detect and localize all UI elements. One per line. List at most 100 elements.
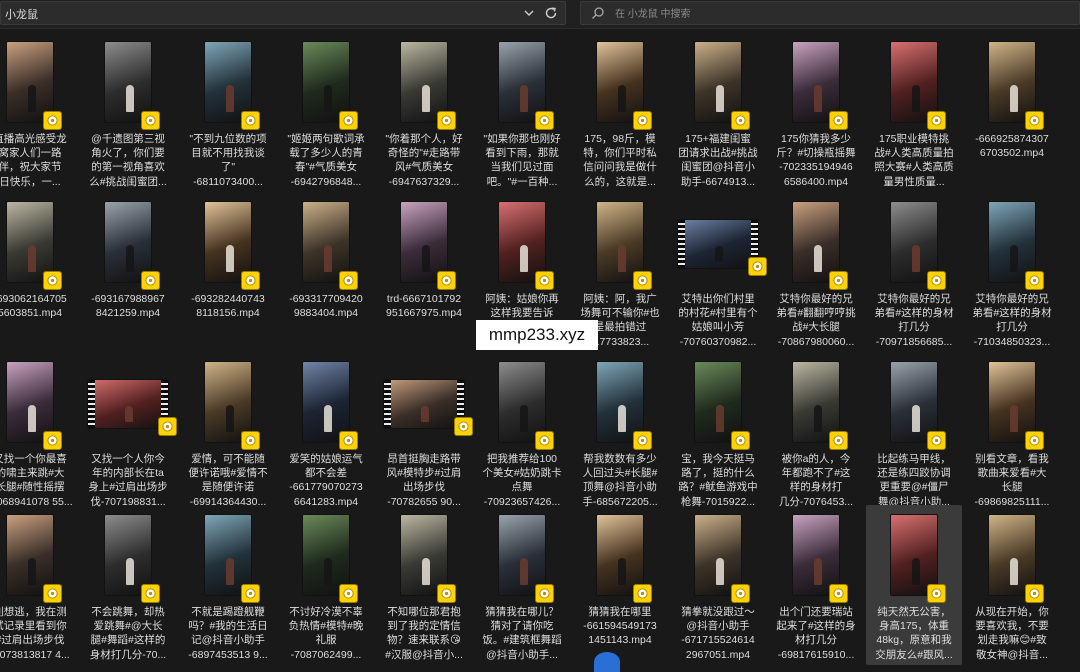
search-box[interactable] xyxy=(580,1,1080,25)
thumbnail-figure xyxy=(324,558,333,586)
file-name-label: 别看文章，看我 歌曲来爱看#大 长腿 -69869825111... xyxy=(974,453,1050,508)
file-item[interactable]: 从现在开始，你 要喜欢我，不要 划走我嘛😊#致 敬女神@抖音... xyxy=(964,505,1060,665)
file-name-label: 又找一个你最喜 的啸主来跳#大 长腿#随性摇摆 -7068941078 55..… xyxy=(0,453,73,508)
app-badge-icon xyxy=(142,112,159,129)
thumbnail-figure xyxy=(618,245,627,273)
file-item[interactable]: 猜猜我在哪里 -661594549173 1451143.mp4 xyxy=(572,505,668,665)
file-item[interactable]: 又找一个人你今 年的内部长在ta 身上#过肩出场步 伐-707198831... xyxy=(80,352,176,512)
file-name-label: @千遗图第三视 角火了，你们要 的第一视角喜欢 么#挑战闺蜜团... xyxy=(89,133,167,188)
file-item[interactable]: 比起练马甲线， 还是练四跤协调 更重要@#僵尸 舞@抖音小助... xyxy=(866,352,962,512)
file-name-label: 不就是踢蹬舰鞭 吗？#我的生活日 记@抖音小助手 -6897453513 9..… xyxy=(188,606,268,661)
app-badge-icon xyxy=(242,432,259,449)
refresh-icon[interactable] xyxy=(543,5,559,21)
app-icon[interactable] xyxy=(594,652,620,672)
file-item[interactable]: 不知哪位那君抱 到了我的定情信 物？速来联系😘 #汉服@抖音小... xyxy=(376,505,472,665)
file-item[interactable]: 艾特出你们村里 的村花#村里有个 姑娘叫小芳 -70760370982... xyxy=(670,192,766,352)
video-thumbnail xyxy=(7,202,53,282)
app-badge-icon xyxy=(830,112,847,129)
file-item[interactable]: 175，98斤，模 特，你们平时私 信问问我是做什 么的，这就是... xyxy=(572,32,668,192)
file-item[interactable]: -666925874307 6703502.mp4 xyxy=(964,32,1060,192)
file-item[interactable]: "如果你那也刚好 看到下雨，那就 当我们见过面 吧。"#一百种... xyxy=(474,32,570,192)
app-badge-icon xyxy=(749,258,766,275)
file-item[interactable]: 艾特你最好的兄 弟看#这样的身材 打几分 -71034850323... xyxy=(964,192,1060,352)
thumbnail-figure xyxy=(716,558,725,586)
video-thumbnail xyxy=(891,362,937,442)
chevron-down-icon[interactable] xyxy=(521,5,537,21)
thumbnail-figure xyxy=(28,85,37,113)
search-input[interactable] xyxy=(613,5,1057,23)
file-name-label: 艾特你最好的兄 弟看#这样的身材 打几分 -70971856685... xyxy=(874,293,954,348)
file-name-label: 宝，我今天挺马 路了，挺的什么 路？#鱿鱼游戏中 枪舞-7015922... xyxy=(678,453,758,508)
file-name-label: "如果你那也刚好 看到下雨，那就 当我们见过面 吧。"#一百种... xyxy=(483,133,561,188)
video-thumbnail xyxy=(205,42,251,122)
file-item[interactable]: 爱笑的姑娘运气 都不会差 -661779070273 6641283.mp4 xyxy=(278,352,374,512)
video-thumbnail xyxy=(401,515,447,595)
video-thumbnail xyxy=(989,515,1035,595)
address-bar[interactable]: 小龙鼠 xyxy=(0,1,566,25)
app-badge-icon xyxy=(634,585,651,602)
file-name-label: 艾特你最好的兄 弟看#翻翻哼哼挑 战#大长腿 -70867980060... xyxy=(776,293,856,348)
video-thumbnail xyxy=(695,515,741,595)
app-badge-icon xyxy=(928,585,945,602)
video-thumbnail xyxy=(891,202,937,282)
thumbnail-figure xyxy=(716,405,725,433)
app-badge-icon xyxy=(340,112,357,129)
file-item[interactable]: 直播高光感受龙 窝家人们一路 伴，祝大家节 日快乐，一... xyxy=(0,32,78,192)
file-name-label: 不讨好冷漠不辜 负热情#模特#晚 礼服 -7087062499... xyxy=(288,606,364,661)
video-thumbnail xyxy=(205,515,251,595)
file-item[interactable]: 艾特你最好的兄 弟看#这样的身材 打几分 -70971856685... xyxy=(866,192,962,352)
file-item[interactable]: 别看文章，看我 歌曲来爱看#大 长腿 -69869825111... xyxy=(964,352,1060,512)
app-badge-icon xyxy=(1026,272,1043,289)
file-item[interactable]: "姬姬两句歌词承 载了多少人的青 春"#气质美女 -6942796848... xyxy=(278,32,374,192)
file-item[interactable]: 不会跳舞，却热 爱跳舞#@大长 腿#舞蹈#这样的 身材打几分-70... xyxy=(80,505,176,665)
app-badge-icon xyxy=(1026,585,1043,602)
file-item[interactable]: -693062164705 5603851.mp4 xyxy=(0,192,78,352)
video-thumbnail xyxy=(303,202,349,282)
app-badge-icon xyxy=(536,585,553,602)
watermark-label: mmp233.xyz xyxy=(476,320,598,350)
app-badge-icon xyxy=(830,272,847,289)
file-item[interactable]: 175你猜我多少 斤？#切操瓶摇舞 -702335194946 6586400.… xyxy=(768,32,864,192)
file-item[interactable]: 不讨好冷漠不辜 负热情#模特#晚 礼服 -7087062499... xyxy=(278,505,374,665)
file-item[interactable]: 175+福建闺蜜 团请求出战#挑战 闺蜜团@抖音小 助手-6674913... xyxy=(670,32,766,192)
file-item[interactable]: 爱情，可不能随 便许诺哦#爱情不 是随便许诺 -69914364430... xyxy=(180,352,276,512)
file-item[interactable]: 又找一个你最喜 的啸主来跳#大 长腿#随性摇摆 -7068941078 55..… xyxy=(0,352,78,512)
file-item[interactable]: -693167988967 8421259.mp4 xyxy=(80,192,176,352)
file-item[interactable]: 艾特你最好的兄 弟看#翻翻哼哼挑 战#大长腿 -70867980060... xyxy=(768,192,864,352)
file-name-label: 帮我数数有多少 人回过头#长腿# 顶舞@抖音小助 手-685672205... xyxy=(582,453,658,508)
file-item[interactable]: 帮我数数有多少 人回过头#长腿# 顶舞@抖音小助 手-685672205... xyxy=(572,352,668,512)
video-thumbnail xyxy=(105,42,151,122)
file-item[interactable]: 猜拳就没跟过～ @抖音小助手 -671715524614 2967051.mp4 xyxy=(670,505,766,665)
thumbnail-figure xyxy=(226,85,235,113)
file-item[interactable]: trd-6667101792 951667975.mp4 xyxy=(376,192,472,352)
file-item[interactable]: "你着那个人，好 奇怪的"#走路带 风#气质美女 -6947637329... xyxy=(376,32,472,192)
file-item[interactable]: "不到九位数的项 目就不用找我谈 了" -6811073400... xyxy=(180,32,276,192)
file-item[interactable]: -693282440743 8118156.mp4 xyxy=(180,192,276,352)
app-badge-icon xyxy=(928,432,945,449)
file-item[interactable]: 175职业模特挑 战#人类高质量拍 照大赛#人类高质 量男性质量... xyxy=(866,32,962,192)
file-item[interactable]: 把我推荐给100 个美女#姑奶跳卡 点舞 -70923657426... xyxy=(474,352,570,512)
thumbnail-figure xyxy=(1010,85,1019,113)
app-badge-icon xyxy=(438,112,455,129)
file-item[interactable]: -693317709420 9883404.mp4 xyxy=(278,192,374,352)
file-item[interactable]: 不就是踢蹬舰鞭 吗？#我的生活日 记@抖音小助手 -6897453513 9..… xyxy=(180,505,276,665)
file-item[interactable]: 纯天然无公害， 身高175，体重 48kg，原意和我 交朋友么#跟风... xyxy=(866,505,962,665)
file-item[interactable]: 別想逃，我在测 试记录里看到你 #过肩出场步伐 -7073813817 4... xyxy=(0,505,78,665)
file-name-label: 被你a的人，今 年都跑不了#这 样的身材打 几分-7076453... xyxy=(778,453,854,508)
thumbnail-figure xyxy=(324,405,333,433)
file-item[interactable]: 昂首挺胸走路带 风#模特步#过肩 出场步伐 -70782655 90... xyxy=(376,352,472,512)
file-item[interactable]: 宝，我今天挺马 路了，挺的什么 路？#鱿鱼游戏中 枪舞-7015922... xyxy=(670,352,766,512)
file-item[interactable]: 猜猜我在哪儿？ 猜对了请你吃 饭。#建筑框舞蹈 @抖音小助手... xyxy=(474,505,570,665)
video-thumbnail xyxy=(695,42,741,122)
file-item[interactable]: 出个门还要瑞站 起来了#这样的身 材打几分 -69817615910... xyxy=(768,505,864,665)
file-item[interactable]: @千遗图第三视 角火了，你们要 的第一视角喜欢 么#挑战闺蜜团... xyxy=(80,32,176,192)
thumbnail-figure xyxy=(912,558,921,586)
app-badge-icon xyxy=(634,112,651,129)
thumbnail-figure xyxy=(28,245,37,273)
file-item[interactable]: 被你a的人，今 年都跑不了#这 样的身材打 几分-7076453... xyxy=(768,352,864,512)
app-badge-icon xyxy=(142,585,159,602)
thumbnail-figure xyxy=(226,245,235,273)
app-badge-icon xyxy=(732,432,749,449)
video-thumbnail xyxy=(989,42,1035,122)
app-badge-icon xyxy=(1026,112,1043,129)
